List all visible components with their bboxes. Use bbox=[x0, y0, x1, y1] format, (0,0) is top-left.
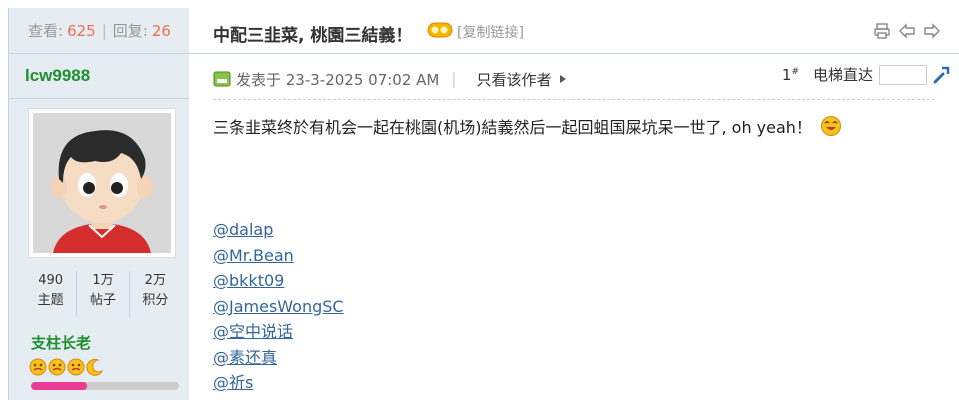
mention-link[interactable]: @空中说话 bbox=[213, 319, 344, 345]
author-name[interactable]: lcw9988 bbox=[25, 66, 90, 86]
avatar-image bbox=[33, 113, 171, 253]
count-points[interactable]: 2万 积分 bbox=[130, 271, 181, 317]
post-divider bbox=[213, 99, 935, 100]
mention-link[interactable]: @祈s bbox=[213, 370, 344, 396]
prev-thread-icon[interactable] bbox=[898, 22, 916, 40]
thread-stats: 查看: 625 | 回复: 26 bbox=[9, 8, 190, 54]
rank-progress-fill bbox=[31, 382, 88, 390]
thread-tools bbox=[873, 22, 941, 40]
avatar-cartoon-icon bbox=[33, 113, 171, 253]
views-count: 625 bbox=[67, 21, 96, 40]
stats-separator: | bbox=[101, 21, 107, 40]
floor-number[interactable]: 1# bbox=[782, 66, 799, 84]
meta-separator: | bbox=[451, 70, 457, 88]
jump-label: 电梯直达 bbox=[812, 66, 873, 84]
mention-list: @dalap @Mr.Bean @bkkt09 @JamesWongSC @空中说话 @素… bbox=[213, 217, 344, 396]
mention-link[interactable]: @Mr.Bean bbox=[213, 243, 344, 269]
thread-header: 中配三韭菜, 桃園三結義！ [复制链接] bbox=[189, 8, 959, 54]
face-icon bbox=[67, 358, 85, 376]
forum-post: 查看: 625 | 回复: 26 lcw9988 490 主题 1万 帖子 2万… bbox=[0, 0, 959, 400]
count-label: 主题 bbox=[37, 293, 64, 308]
face-icon bbox=[48, 358, 66, 376]
count-label: 积分 bbox=[142, 293, 169, 308]
count-value: 1万 bbox=[92, 273, 114, 288]
arrow-right-icon bbox=[560, 75, 567, 83]
jump-go-icon[interactable] bbox=[931, 65, 951, 85]
post-timestamp: 发表于 23-3-2025 07:02 AM bbox=[236, 70, 440, 89]
print-icon[interactable] bbox=[873, 22, 891, 40]
face-icon bbox=[29, 358, 47, 376]
thread-title: 中配三韭菜, 桃園三結義！ bbox=[213, 26, 413, 46]
mention-link[interactable]: @JamesWongSC bbox=[213, 294, 344, 320]
user-rank[interactable]: 支柱长老 bbox=[31, 332, 91, 353]
moon-icon bbox=[86, 358, 104, 376]
copy-link-button[interactable]: [复制链接] bbox=[457, 22, 524, 42]
replies-label: 回复: bbox=[112, 22, 148, 40]
mention-link[interactable]: @bkkt09 bbox=[213, 268, 344, 294]
replies-count: 26 bbox=[151, 21, 171, 40]
count-value: 2万 bbox=[144, 273, 166, 288]
laugh-emoji-icon bbox=[821, 115, 842, 136]
views-label: 查看: bbox=[28, 22, 64, 40]
online-status-icon bbox=[213, 71, 231, 87]
rank-progress-bar bbox=[31, 382, 179, 390]
mention-link[interactable]: @素还真 bbox=[213, 345, 344, 371]
sidebar-divider bbox=[9, 98, 190, 99]
next-thread-icon[interactable] bbox=[923, 22, 941, 40]
mention-link[interactable]: @dalap bbox=[213, 217, 344, 243]
author-only-link[interactable]: 只看该作者 bbox=[476, 69, 551, 90]
post-content-area: 发表于 23-3-2025 07:02 AM | 只看该作者 1# 电梯直达 三… bbox=[189, 55, 959, 400]
post-body-text: 三条韭菜终於有机会一起在桃園(机场)結義然后一起回蛆国屎坑呆一世了, oh ye… bbox=[213, 114, 842, 138]
author-sidebar: 查看: 625 | 回复: 26 lcw9988 490 主题 1万 帖子 2万… bbox=[8, 8, 190, 400]
count-threads[interactable]: 490 主题 bbox=[25, 271, 78, 317]
count-label: 帖子 bbox=[89, 293, 116, 308]
jump-floor-input[interactable] bbox=[879, 64, 927, 85]
floor-controls: 1# 电梯直达 bbox=[782, 64, 951, 85]
count-posts[interactable]: 1万 帖子 bbox=[77, 271, 130, 317]
rank-icons bbox=[29, 358, 104, 376]
avatar[interactable] bbox=[28, 108, 176, 258]
count-value: 490 bbox=[38, 273, 64, 288]
author-counts: 490 主题 1万 帖子 2万 积分 bbox=[25, 271, 181, 317]
hot-badge-icon bbox=[427, 21, 453, 43]
post-body: 三条韭菜终於有机会一起在桃園(机场)結義然后一起回蛆国屎坑呆一世了, oh ye… bbox=[213, 118, 812, 137]
